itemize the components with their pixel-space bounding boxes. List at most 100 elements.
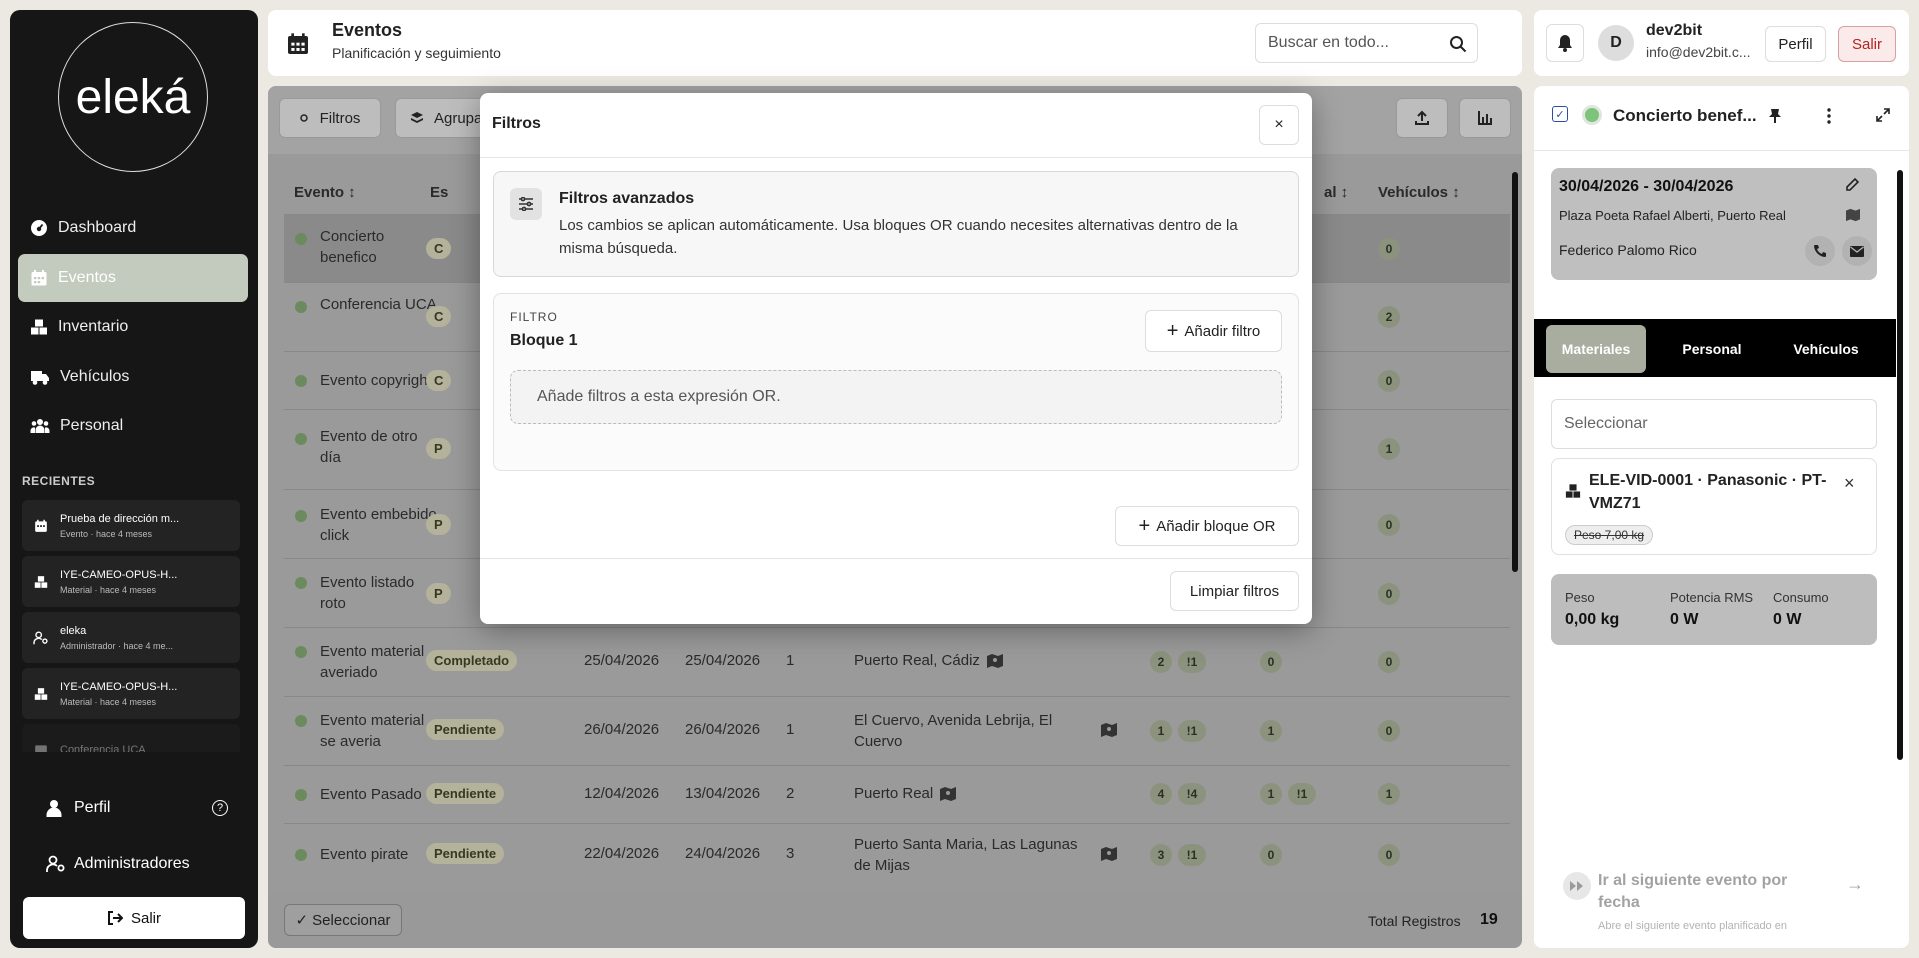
stats-button[interactable] bbox=[1459, 98, 1511, 138]
clear-filters-button[interactable]: Limpiar filtros bbox=[1170, 571, 1299, 611]
tab-materiales[interactable]: Materiales bbox=[1546, 325, 1646, 373]
more-icon[interactable] bbox=[1827, 108, 1831, 124]
total-label: Total Registros bbox=[1368, 913, 1461, 929]
people-icon bbox=[30, 417, 60, 435]
plus-icon: + bbox=[1166, 319, 1179, 342]
location: Puerto Real bbox=[854, 785, 957, 802]
recent-item[interactable]: IYE-CAMEO-OPUS-H... Material · hace 4 mes… bbox=[22, 556, 240, 607]
sidebar-item-dashboard[interactable]: Dashboard bbox=[18, 204, 248, 252]
global-search-input[interactable]: Buscar en todo... bbox=[1255, 23, 1478, 63]
filters-modal: Filtros × Filtros avanzados Los cambios … bbox=[480, 93, 1312, 624]
sidebar-item-label: Eventos bbox=[58, 268, 116, 286]
map-icon[interactable] bbox=[1845, 208, 1861, 222]
next-event-link[interactable]: Ir al siguiente evento por fecha → Abre … bbox=[1551, 862, 1877, 934]
sidebar: eleká Dashboard Eventos Inventario Vehíc… bbox=[10, 10, 258, 948]
plus-icon: + bbox=[1138, 514, 1151, 537]
col-estado[interactable]: Es bbox=[430, 184, 448, 201]
sidebar-nav: Dashboard Eventos Inventario Vehículos P… bbox=[18, 204, 248, 452]
sidebar-item-inventario[interactable]: Inventario bbox=[18, 303, 248, 351]
sidebar-item-label: Vehículos bbox=[60, 367, 130, 385]
status-badge: C bbox=[426, 306, 452, 327]
col-personal[interactable]: al ↕ bbox=[1324, 184, 1348, 201]
advanced-filters-title: Filtros avanzados bbox=[559, 190, 695, 207]
table-row[interactable]: Evento Pasado Pendiente 12/04/2026 13/04… bbox=[284, 765, 1510, 823]
material-select[interactable]: Seleccionar bbox=[1551, 399, 1877, 449]
location: Puerto Real, Cádiz bbox=[854, 652, 1004, 669]
boxes-icon bbox=[30, 318, 58, 336]
vehicles-count: 1 bbox=[1378, 783, 1400, 805]
event-name: Evento embebido click bbox=[320, 506, 437, 544]
phone-icon[interactable] bbox=[1805, 236, 1835, 266]
tab-personal[interactable]: Personal bbox=[1662, 325, 1762, 373]
table-row[interactable]: Evento material averiado Completado 25/0… bbox=[284, 627, 1510, 696]
profile-button[interactable]: Perfil bbox=[1765, 26, 1826, 62]
table-row[interactable]: Evento material se averia Pendiente 26/0… bbox=[284, 696, 1510, 765]
export-button[interactable] bbox=[1396, 98, 1448, 138]
materials-alert: !1 bbox=[1178, 720, 1206, 742]
staff-count: 1 bbox=[1260, 720, 1282, 742]
panel-scrollbar[interactable] bbox=[1897, 170, 1903, 760]
map-icon[interactable] bbox=[939, 786, 957, 802]
sidebar-item-vehiculos[interactable]: Vehículos bbox=[18, 353, 248, 401]
edit-icon[interactable] bbox=[1845, 176, 1861, 192]
close-icon: × bbox=[1274, 116, 1284, 133]
logo[interactable]: eleká bbox=[58, 22, 208, 172]
recent-item[interactable]: IYE-CAMEO-OPUS-H... Material · hace 4 mes… bbox=[22, 668, 240, 719]
stat-label: Potencia RMS bbox=[1670, 590, 1754, 605]
select-label: ✓ Seleccionar bbox=[295, 912, 391, 929]
map-icon[interactable] bbox=[1100, 846, 1118, 862]
col-vehiculos[interactable]: Vehículos ↕ bbox=[1378, 184, 1460, 201]
staff-count: 0 bbox=[1260, 651, 1282, 673]
avatar-initial: D bbox=[1610, 34, 1622, 51]
expand-icon[interactable] bbox=[1876, 108, 1890, 122]
staff-alert: !1 bbox=[1288, 783, 1316, 805]
filters-button[interactable]: Filtros bbox=[279, 98, 381, 138]
col-evento[interactable]: Evento ↕ bbox=[294, 184, 356, 201]
group-label: Agrupa bbox=[434, 109, 483, 127]
map-icon[interactable] bbox=[986, 653, 1004, 669]
total-value: 19 bbox=[1480, 911, 1498, 928]
sidebar-item-eventos[interactable]: Eventos bbox=[18, 253, 248, 302]
next-event-subtitle: Abre el siguiente evento planificado en bbox=[1598, 920, 1787, 932]
stat-label: Peso bbox=[1565, 590, 1595, 605]
days-count: 1 bbox=[786, 652, 795, 669]
notifications-button[interactable] bbox=[1546, 24, 1584, 62]
vehicles-count: 2 bbox=[1378, 306, 1400, 328]
sidebar-admins-link[interactable]: Administradores bbox=[22, 855, 246, 873]
logo-text: eleká bbox=[75, 70, 191, 124]
recent-item[interactable]: Conferencia UCA bbox=[22, 724, 240, 752]
logout-button[interactable]: Salir bbox=[1838, 26, 1896, 62]
select-button[interactable]: ✓ Seleccionar bbox=[284, 904, 402, 936]
recent-item[interactable]: Prueba de dirección m... Evento · hace 4 … bbox=[22, 500, 240, 551]
event-place: Plaza Poeta Rafael Alberti, Puerto Real bbox=[1559, 208, 1786, 223]
help-icon[interactable]: ? bbox=[212, 800, 228, 816]
recent-item[interactable]: eleka Administrador · hace 4 me... bbox=[22, 612, 240, 663]
stat-value: 0 W bbox=[1773, 611, 1802, 628]
pin-icon[interactable] bbox=[1768, 108, 1782, 124]
event-detail-panel: ✓ Concierto benef... 30/04/2026 - 30/04/… bbox=[1534, 86, 1909, 948]
vehicles-count: 0 bbox=[1378, 583, 1400, 605]
sidebar-profile-link[interactable]: Perfil ? bbox=[22, 799, 246, 817]
calendar-icon bbox=[30, 269, 58, 287]
sidebar-item-personal[interactable]: Personal bbox=[18, 402, 248, 450]
materials-count: 1 bbox=[1150, 720, 1172, 742]
modal-close-button[interactable]: × bbox=[1259, 105, 1299, 145]
table-scrollbar[interactable] bbox=[1512, 172, 1518, 572]
add-filter-button[interactable]: + Añadir filtro bbox=[1145, 310, 1282, 352]
map-icon[interactable] bbox=[1100, 722, 1118, 738]
avatar[interactable]: D bbox=[1598, 25, 1634, 61]
empty-filters-placeholder: Añade filtros a esta expresión OR. bbox=[510, 370, 1282, 424]
dashboard-icon bbox=[30, 219, 58, 237]
sidebar-logout-button[interactable]: Salir bbox=[23, 897, 245, 939]
staff-count: 1 bbox=[1260, 783, 1282, 805]
add-or-block-button[interactable]: + Añadir bloque OR bbox=[1115, 506, 1299, 546]
tab-vehiculos[interactable]: Vehículos bbox=[1770, 325, 1882, 373]
checkbox-icon[interactable]: ✓ bbox=[1552, 106, 1568, 122]
mail-icon[interactable] bbox=[1842, 236, 1872, 266]
table-row[interactable]: Evento pirate Pendiente 22/04/2026 24/04… bbox=[284, 823, 1510, 893]
recents-heading: RECIENTES bbox=[22, 474, 96, 488]
remove-item-icon[interactable]: × bbox=[1844, 473, 1855, 494]
material-select-placeholder: Seleccionar bbox=[1564, 415, 1648, 432]
days-count: 1 bbox=[786, 721, 795, 738]
status-dot bbox=[295, 715, 307, 727]
